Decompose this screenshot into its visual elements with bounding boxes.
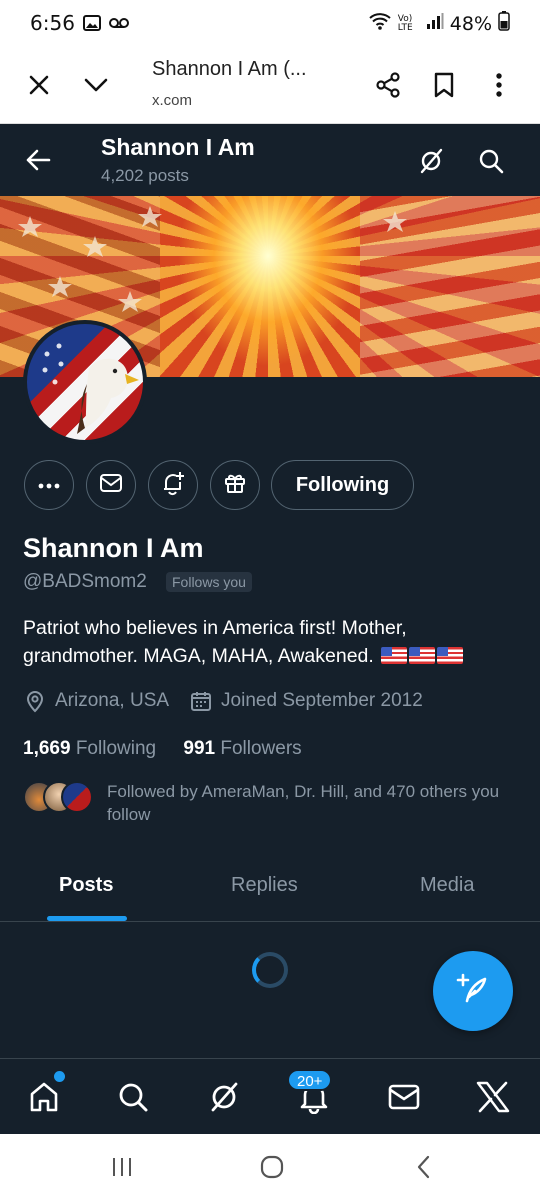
voicemail-icon (108, 13, 130, 38)
notifications-badge: 20+ (287, 1069, 333, 1091)
profile-location: Arizona, USA (55, 690, 170, 711)
loading-spinner (252, 952, 288, 988)
back-button-icon[interactable] (404, 1152, 444, 1182)
bio-text: Patriot who believes in America first! M… (23, 617, 407, 667)
profile-handle: @BADSmom2 (23, 571, 147, 592)
more-options-button[interactable] (24, 460, 74, 510)
compose-feather-plus-icon (455, 971, 491, 1012)
location-pin-icon (23, 689, 47, 713)
message-button[interactable] (86, 460, 136, 510)
chevron-down-icon[interactable] (77, 66, 115, 104)
following-button[interactable]: Following (271, 460, 414, 510)
search-icon[interactable] (472, 142, 510, 180)
home-unread-dot (54, 1071, 65, 1082)
calendar-icon (189, 689, 213, 713)
us-flag-emoji-icon (381, 647, 408, 664)
grok-icon[interactable] (204, 1077, 244, 1117)
avatar[interactable] (23, 320, 147, 444)
following-count: 1,669 (23, 738, 71, 759)
gift-button[interactable] (210, 460, 260, 510)
page-title: Shannon I Am (... (152, 58, 307, 80)
gift-icon (223, 471, 247, 500)
tab-media[interactable]: Media (420, 874, 474, 897)
us-flag-emoji-icon (409, 647, 436, 664)
status-bar: 6:56 Vo) LTE 48% (0, 0, 540, 46)
profile-joined-date: Joined September 2012 (221, 690, 423, 711)
back-arrow-icon[interactable] (20, 142, 56, 178)
notify-button[interactable] (148, 460, 198, 510)
profile-meta: Arizona, USA Joined September 2012 (23, 689, 423, 713)
share-icon[interactable] (369, 66, 407, 104)
profile-header: Shannon I Am 4,202 posts (0, 124, 540, 196)
status-time: 6:56 (30, 11, 75, 35)
bookmark-icon[interactable] (425, 66, 463, 104)
search-icon[interactable] (113, 1077, 153, 1117)
recent-apps-icon[interactable] (102, 1152, 142, 1182)
battery-percent: 48% (449, 12, 492, 35)
home-icon[interactable] (24, 1077, 64, 1117)
follows-you-badge: Follows you (166, 572, 252, 592)
profile-name: Shannon I Am (23, 533, 204, 563)
network-label: Vo) LTE (397, 13, 413, 33)
home-button-icon[interactable] (252, 1152, 292, 1182)
follower-avatar (61, 781, 93, 813)
us-flag-emoji-icon (437, 647, 464, 664)
more-vertical-icon[interactable] (480, 66, 518, 104)
message-icon (99, 473, 123, 498)
bottom-navigation (0, 1058, 540, 1134)
profile-tabs: Posts Replies Media (0, 850, 540, 922)
following-count-link[interactable]: 1,669 Following (23, 738, 156, 759)
followers-count: 991 (183, 738, 216, 759)
page-url[interactable]: x.com (152, 92, 192, 109)
followers-count-link[interactable]: 991 Followers (183, 738, 301, 759)
browser-toolbar: Shannon I Am (... x.com (0, 46, 540, 124)
header-posts-count: 4,202 posts (101, 166, 189, 185)
tab-posts[interactable]: Posts (59, 874, 113, 897)
messages-icon[interactable] (384, 1077, 424, 1117)
signal-icon (426, 12, 444, 35)
active-tab-indicator (47, 916, 127, 921)
android-navigation-bar (0, 1134, 540, 1200)
wifi-icon (368, 11, 392, 36)
header-name: Shannon I Am (101, 134, 255, 160)
tab-replies[interactable]: Replies (231, 874, 298, 897)
more-horizontal-icon (38, 476, 60, 494)
profile-bio: Patriot who believes in America first! M… (23, 614, 523, 670)
followers-label: Followers (220, 738, 302, 759)
grok-icon[interactable] (412, 142, 450, 180)
followed-by-text[interactable]: Followed by AmeraMan, Dr. Hill, and 470 … (107, 780, 517, 826)
following-label: Following (75, 738, 157, 759)
followed-by-avatars[interactable] (23, 781, 93, 815)
close-icon[interactable] (20, 66, 58, 104)
battery-icon (498, 11, 510, 36)
notification-plus-icon (160, 470, 186, 501)
eagle-flag-avatar-image (42, 343, 139, 434)
follow-counts: 1,669 Following 991 Followers (23, 738, 302, 760)
compose-post-button[interactable] (433, 951, 513, 1031)
x-logo-icon[interactable] (473, 1077, 513, 1117)
image-icon (82, 13, 102, 38)
